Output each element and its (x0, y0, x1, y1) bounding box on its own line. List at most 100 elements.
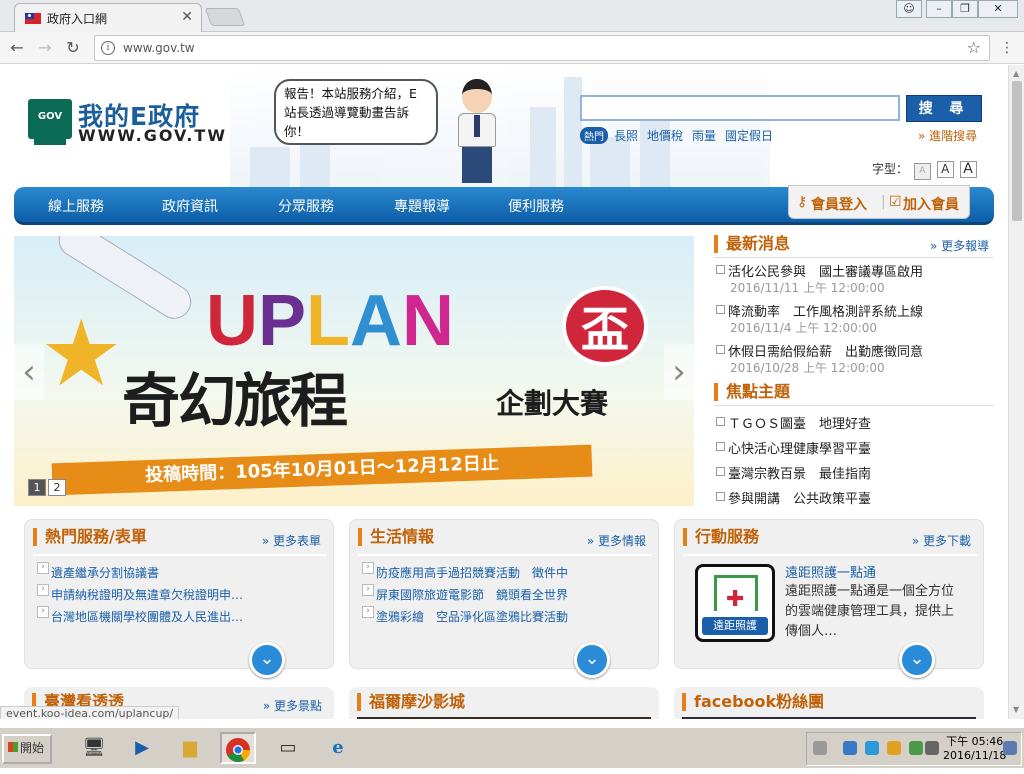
telecare-app-icon[interactable]: ✚ 遠距照護 (695, 564, 775, 642)
tab-active[interactable]: 政府入口網 ✕ (14, 3, 202, 32)
nav-convenient-services[interactable]: 便利服務 (508, 196, 564, 216)
nav-special-reports[interactable]: 專題報導 (394, 196, 450, 216)
reload-icon[interactable]: ↻ (62, 37, 84, 59)
hot-keyword-link[interactable]: 長照 (614, 129, 638, 143)
box-list-item[interactable]: 申請納稅證明及無違章欠稅證明申… (37, 584, 243, 603)
clock[interactable]: 下午 05:46 2016/11/18 (943, 735, 1006, 763)
address-bar[interactable]: i www.gov.tw ☆ (94, 35, 990, 61)
banner-page-1[interactable]: 1 (28, 479, 46, 496)
news-item[interactable]: 活化公民參與 國土審議專區啟用 (716, 261, 923, 280)
box-list-item[interactable]: 遺產繼承分割協議書 (37, 562, 159, 581)
font-size-small[interactable]: A (913, 163, 931, 180)
star-graphic: ★ (40, 300, 123, 407)
mobile-services-box: 行動服務 » 更多下載 ✚ 遠距照護 遠距照護一點通 遠距照護一點通是一個全方位… (674, 519, 984, 678)
font-size-control: 字型： A A A (872, 160, 977, 180)
search-button[interactable]: 搜 尋 (906, 95, 982, 122)
news-date: 2016/11/11 上午 12:00:00 (730, 281, 885, 295)
tray-app-icon[interactable] (843, 741, 857, 755)
tray-warning-icon[interactable] (887, 741, 901, 755)
box-more-link[interactable]: » 更多下載 (912, 532, 971, 549)
box-more-link[interactable]: » 更多情報 (587, 532, 646, 549)
tab-title: 政府入口網 (47, 12, 108, 26)
scroll-down-icon[interactable]: ▼ (1013, 705, 1019, 714)
news-item[interactable]: 休假日需給假給薪 出勤應徵同意 (716, 341, 923, 360)
search-input[interactable] (580, 95, 900, 121)
hot-keyword-link[interactable]: 地價稅 (647, 129, 683, 143)
box-more-link[interactable]: » 更多表單 (262, 532, 321, 549)
box-title: 生活情報 (358, 528, 434, 546)
page-scrollbar[interactable]: ▲ ▼ (1008, 65, 1024, 719)
app-title-link[interactable]: 遠距照護一點通 (785, 562, 876, 581)
internet-explorer-icon[interactable]: e (320, 732, 356, 764)
banner-next-icon[interactable]: › (664, 344, 694, 400)
new-tab-button[interactable] (204, 8, 246, 26)
window-close-icon[interactable]: ✕ (978, 0, 1018, 18)
file-explorer-icon[interactable]: ▆ (172, 732, 208, 764)
box-more-link[interactable]: » 更多景點 (263, 697, 322, 714)
expand-down-icon[interactable]: ⌄ (249, 642, 285, 678)
menu-icon[interactable]: ⋮ (1000, 40, 1014, 56)
banner-page-2[interactable]: 2 (48, 479, 66, 496)
gov-logo-icon: GOV (28, 99, 72, 145)
app-icon-label: 遠距照護 (702, 617, 768, 635)
expand-down-icon[interactable]: ⌄ (574, 642, 610, 678)
promo-banner[interactable]: ★ UPLAN 盃 奇幻旅程 企劃大賽 投稿時間：105年10月01日～12月1… (14, 236, 694, 506)
focus-item[interactable]: 臺灣宗教百景 最佳指南 (716, 463, 871, 482)
browser-tab-strip: 政府入口網 ✕ ☺ – ❐ ✕ (0, 0, 1024, 32)
show-desktop-icon[interactable] (1003, 741, 1017, 755)
info-icon[interactable]: i (101, 41, 115, 55)
windows-logo-icon (8, 742, 18, 752)
focus-item[interactable]: ＴＧＯＳ圖臺 地理好查 (716, 413, 871, 432)
clock-time: 下午 05:46 (946, 735, 1004, 748)
scroll-thumb[interactable] (1012, 81, 1022, 221)
chrome-icon[interactable] (220, 732, 256, 764)
network-icon[interactable] (909, 741, 923, 755)
app-description: 遠距照護一點通是一個全方位的雲端健康管理工具，提供上傳個人… (785, 584, 955, 639)
minimize-icon[interactable]: – (926, 0, 952, 18)
window-app-icon[interactable]: ▭ (270, 732, 306, 764)
banner-subtitle2: 企劃大賽 (496, 387, 609, 420)
back-icon[interactable]: ← (6, 37, 28, 59)
member-join-link[interactable]: 加入會員 (903, 194, 959, 214)
site-logo[interactable]: GOV 我的E政府 WWW.GOV.TW (28, 99, 242, 145)
powershell-icon[interactable]: ▶ (124, 732, 160, 764)
volume-icon[interactable] (925, 741, 939, 755)
nav-online-services[interactable]: 線上服務 (48, 196, 104, 216)
focus-item[interactable]: 心快活心理健康學習平臺 (716, 438, 871, 457)
banner-prev-icon[interactable]: ‹ (14, 344, 44, 400)
expand-down-icon[interactable]: ⌄ (899, 642, 935, 678)
hot-services-box: 熱門服務/表單 » 更多表單 遺產繼承分割協議書 申請納稅證明及無違章欠稅證明申… (24, 519, 334, 678)
guide-mascot-image[interactable] (452, 75, 508, 187)
nav-gov-info[interactable]: 政府資訊 (162, 196, 218, 216)
latest-news-more-link[interactable]: » 更多報導 (930, 237, 989, 254)
font-size-medium[interactable]: A (936, 161, 954, 178)
tab-close-icon[interactable]: ✕ (181, 9, 193, 25)
restore-icon[interactable]: ❐ (952, 0, 978, 18)
news-item[interactable]: 降流動率 工作風格測評系統上線 (716, 301, 923, 320)
scroll-up-icon[interactable]: ▲ (1013, 69, 1019, 78)
box-title: 行動服務 (683, 528, 759, 546)
box-list-item[interactable]: 台灣地區機關學校團體及人民進出… (37, 606, 243, 625)
forward-icon[interactable]: → (34, 37, 56, 59)
box-list-item[interactable]: 防疫應用高手過招競賽活動 徵件中 (362, 562, 568, 581)
member-login-link[interactable]: 會員登入 (811, 194, 867, 214)
facebook-fans-box: facebook粉絲團 (674, 687, 984, 719)
bookmark-star-icon[interactable]: ☆ (967, 38, 981, 57)
box-list-item[interactable]: 塗鴉彩繪 空品淨化區塗鴉比賽活動 (362, 606, 568, 625)
url-text[interactable]: www.gov.tw (123, 41, 195, 55)
server-manager-icon[interactable]: 🖥 (76, 732, 112, 764)
system-tray: 下午 05:46 2016/11/18 (806, 732, 1022, 766)
hot-keyword-link[interactable]: 雨量 (692, 129, 716, 143)
teamviewer-icon[interactable] (865, 741, 879, 755)
start-button[interactable]: 開始 (2, 734, 52, 764)
box-list-item[interactable]: 屏東國際旅遊電影節 鏡頭看全世界 (362, 584, 568, 603)
keyboard-icon[interactable] (813, 741, 827, 755)
font-size-large[interactable]: A (959, 161, 977, 178)
guide-speech-bubble[interactable]: 報告！本站服務介紹，E站長透過導覽動畫告訴你！ (274, 79, 438, 145)
advanced-search-link[interactable]: » 進階搜尋 (918, 127, 977, 144)
box-title: 熱門服務/表單 (33, 528, 147, 546)
focus-item[interactable]: 參與開講 公共政策平臺 (716, 488, 871, 507)
nav-group-services[interactable]: 分眾服務 (278, 196, 334, 216)
hot-keyword-link[interactable]: 國定假日 (725, 129, 773, 143)
user-icon[interactable]: ☺ (896, 0, 922, 18)
